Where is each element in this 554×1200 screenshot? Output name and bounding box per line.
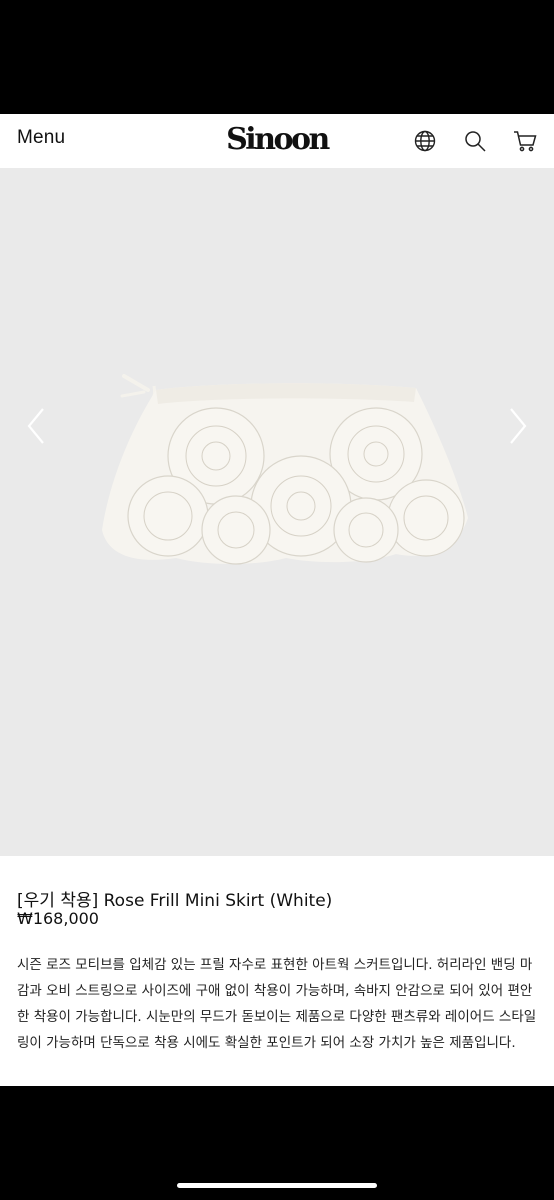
product-description: 시즌 로즈 모티브를 입체감 있는 프릴 자수로 표현한 아트웍 스커트입니다.… [17,957,537,1051]
site-header: Menu Sinoon [0,114,554,169]
cart-icon[interactable] [513,129,537,153]
brand-logo[interactable]: Sinoon [226,122,330,157]
chevron-left-icon[interactable] [25,406,47,446]
globe-icon[interactable] [413,129,437,153]
product-image [102,374,468,565]
product-price: ₩168,000 [17,909,99,928]
menu-button[interactable]: Menu [17,127,65,149]
product-title: [우기 착용] Rose Frill Mini Skirt (White) [17,891,333,911]
status-bar [0,0,554,114]
home-indicator [177,1183,377,1188]
product-info: [우기 착용] Rose Frill Mini Skirt (White) ₩1… [0,856,554,1086]
chevron-right-icon[interactable] [507,406,529,446]
search-icon[interactable] [463,129,487,153]
product-image-gallery[interactable] [0,168,554,856]
